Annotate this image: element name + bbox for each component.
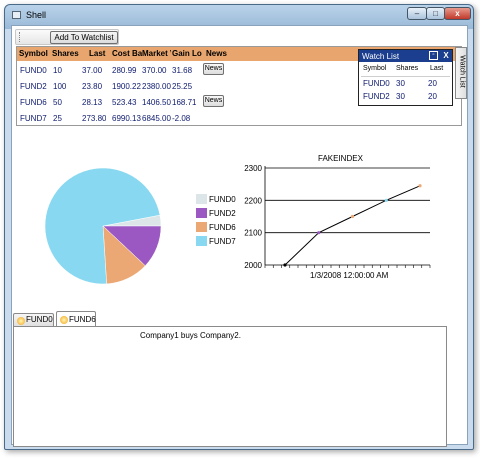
news-headline: Company1 buys Company2.: [140, 331, 241, 340]
cell-shares: 50: [53, 98, 62, 107]
cell-cost-basis: 523.43: [112, 98, 137, 107]
pin-icon[interactable]: ▫: [429, 51, 438, 60]
allocation-pie-chart: [44, 167, 162, 285]
sun-icon: [60, 316, 68, 324]
cell-last: 37.00: [82, 66, 103, 75]
y-tick-label: 2300: [244, 164, 262, 173]
cell-cost-basis: 6990.13: [112, 114, 141, 123]
watch-cell-symbol: FUND2: [363, 92, 390, 101]
tab-label: FUND6: [69, 315, 96, 324]
news-button[interactable]: News: [203, 95, 224, 107]
cell-market-value: 2380.00: [142, 82, 171, 91]
tab-label: FUND0: [26, 315, 53, 324]
cell-shares: 10: [53, 66, 62, 75]
column-header-shares[interactable]: Shares: [52, 49, 82, 58]
legend-label-fund7: FUND7: [209, 237, 236, 246]
cell-last: 28.13: [82, 98, 103, 107]
column-header-news[interactable]: News: [206, 49, 236, 58]
column-header-cost-basis[interactable]: Cost Basis: [112, 49, 142, 58]
legend-swatch-fund6: [196, 222, 207, 232]
legend-swatch-fund7: [196, 236, 207, 246]
column-header-symbol[interactable]: Symbol: [19, 49, 49, 58]
column-header-market-value[interactable]: Market Value: [142, 49, 171, 58]
watch-cell-last: 20: [428, 79, 437, 88]
watch-list-panel: Watch List ▫ X Symbol Shares Last FUND0 …: [358, 49, 453, 106]
watch-header-divider: [361, 76, 450, 77]
y-tick-label: 2200: [244, 196, 262, 205]
watch-list-title: Watch List: [362, 52, 400, 61]
news-button[interactable]: News: [203, 63, 224, 75]
cell-gain-loss: 25.25: [172, 82, 193, 91]
column-header-gain-loss[interactable]: Gain Loss %: [172, 49, 202, 58]
watch-column-header-symbol[interactable]: Symbol: [363, 65, 386, 72]
column-header-last[interactable]: Last: [89, 49, 109, 58]
cell-symbol: FUND7: [20, 114, 47, 123]
watch-list-header: Watch List ▫ X: [359, 50, 452, 62]
cell-gain-loss: -2.08: [172, 114, 191, 123]
table-row[interactable]: FUND7 25 273.80 6990.13 6845.00 -2.08: [17, 110, 461, 126]
cell-shares: 100: [53, 82, 67, 91]
maximize-button[interactable]: □: [426, 7, 445, 20]
tab-fund6[interactable]: FUND6: [56, 311, 96, 327]
cell-market-value: 1406.50: [142, 98, 171, 107]
cell-cost-basis: 1900.22: [112, 82, 141, 91]
data-point[interactable]: [350, 214, 355, 219]
watch-column-header-shares[interactable]: Shares: [396, 65, 418, 72]
watch-cell-shares: 30: [396, 79, 405, 88]
cell-cost-basis: 280.99: [112, 66, 137, 75]
cell-shares: 25: [53, 114, 62, 123]
add-to-watchlist-button[interactable]: Add To Watchlist: [50, 31, 118, 44]
cell-symbol: FUND6: [20, 98, 47, 107]
cell-gain-loss: 168.71: [172, 98, 197, 107]
data-point[interactable]: [384, 198, 388, 202]
cell-gain-loss: 31.68: [172, 66, 193, 75]
fakeindex-line-chart: 2000 2100 2200 2300: [244, 164, 431, 270]
data-point[interactable]: [317, 231, 321, 235]
cell-last: 23.80: [82, 82, 103, 91]
legend-label-fund6: FUND6: [209, 223, 236, 232]
window-title: Shell: [26, 10, 47, 20]
window-icon: [12, 11, 21, 19]
legend-swatch-fund2: [196, 208, 207, 218]
legend-label-fund0: FUND0: [209, 195, 236, 204]
news-tab-content: Company1 buys Company2.: [13, 326, 447, 447]
watch-column-header-last[interactable]: Last: [430, 65, 443, 72]
legend-swatch-fund0: [196, 194, 207, 204]
watch-list-side-tab[interactable]: Watch List: [455, 47, 467, 99]
toolbar-grip-icon[interactable]: [19, 32, 22, 42]
close-button[interactable]: x: [444, 7, 471, 20]
cell-symbol: FUND0: [20, 66, 47, 75]
sun-icon: [17, 317, 25, 325]
legend-label-fund2: FUND2: [209, 209, 236, 218]
series-line: [284, 185, 421, 266]
cell-market-value: 6845.00: [142, 114, 171, 123]
cell-last: 273.80: [82, 114, 107, 123]
x-tick-label: 1/3/2008 12:00:00 AM: [310, 271, 389, 280]
cell-symbol: FUND2: [20, 82, 47, 91]
watch-cell-symbol: FUND0: [363, 79, 390, 88]
y-tick-label: 2000: [244, 261, 262, 270]
watch-list-tab-label: Watch List: [458, 55, 466, 88]
y-tick-label: 2100: [244, 229, 262, 238]
tab-fund0[interactable]: FUND0: [13, 313, 54, 326]
title-bar[interactable]: Shell – □ x: [5, 5, 473, 25]
minimize-button[interactable]: –: [407, 7, 427, 20]
watch-list-close-button[interactable]: X: [441, 51, 451, 60]
cell-market-value: 370.00: [142, 66, 167, 75]
toolbar: Add To Watchlist: [15, 29, 119, 45]
data-point[interactable]: [418, 184, 422, 188]
watch-cell-last: 20: [428, 92, 437, 101]
data-point[interactable]: [283, 263, 287, 267]
watch-cell-shares: 30: [396, 92, 405, 101]
